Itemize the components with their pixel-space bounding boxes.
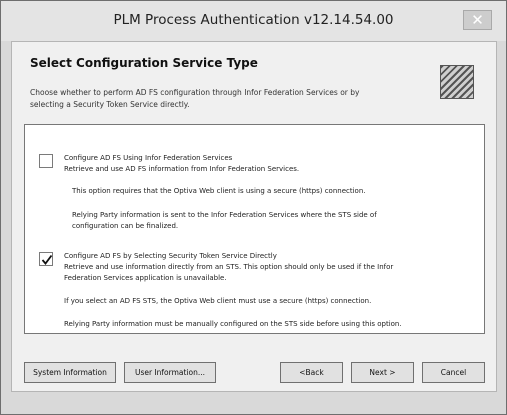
back-button[interactable]: <Back [280,362,343,383]
option-ifs-text: Retrieve and use AD FS information from … [64,165,300,173]
close-icon: ✕ [471,11,484,29]
next-button[interactable]: Next > [351,362,414,383]
page-description: Choose whether to perform AD FS configur… [30,87,420,111]
option-ifs-checkbox[interactable] [39,154,53,168]
description-line: selecting a Security Token Service direc… [30,100,190,109]
option-sts-text: Relying Party information must be manual… [64,320,402,328]
checkmark-icon [41,254,53,265]
close-button[interactable]: ✕ [463,10,492,30]
content-panel: Select Configuration Service Type Choose… [11,41,497,392]
option-ifs-text: Relying Party information is sent to the… [72,211,377,219]
option-sts-label[interactable]: Configure AD FS by Selecting Security To… [64,251,277,262]
option-ifs-text: This option requires that the Optiva Web… [72,187,366,195]
option-sts-text: If you select an AD FS STS, the Optiva W… [64,297,372,305]
page-title: Select Configuration Service Type [30,56,258,70]
cancel-button[interactable]: Cancel [422,362,485,383]
system-information-button[interactable]: System Information [24,362,116,383]
logo-icon [440,65,474,99]
options-panel: Configure AD FS Using Infor Federation S… [24,124,485,334]
window-title: PLM Process Authentication v12.14.54.00 [113,12,394,28]
user-information-button[interactable]: User Information... [124,362,216,383]
description-line: Choose whether to perform AD FS configur… [30,88,360,97]
option-sts-text: Federation Services application is unava… [64,274,227,282]
dialog-window: PLM Process Authentication v12.14.54.00 … [0,0,507,415]
option-ifs-label[interactable]: Configure AD FS Using Infor Federation S… [64,153,232,164]
option-sts-text: Retrieve and use information directly fr… [64,263,394,271]
option-sts-checkbox[interactable] [39,252,53,266]
option-ifs-text: configuration can be finalized. [72,222,179,230]
title-bar: PLM Process Authentication v12.14.54.00 … [1,1,506,41]
